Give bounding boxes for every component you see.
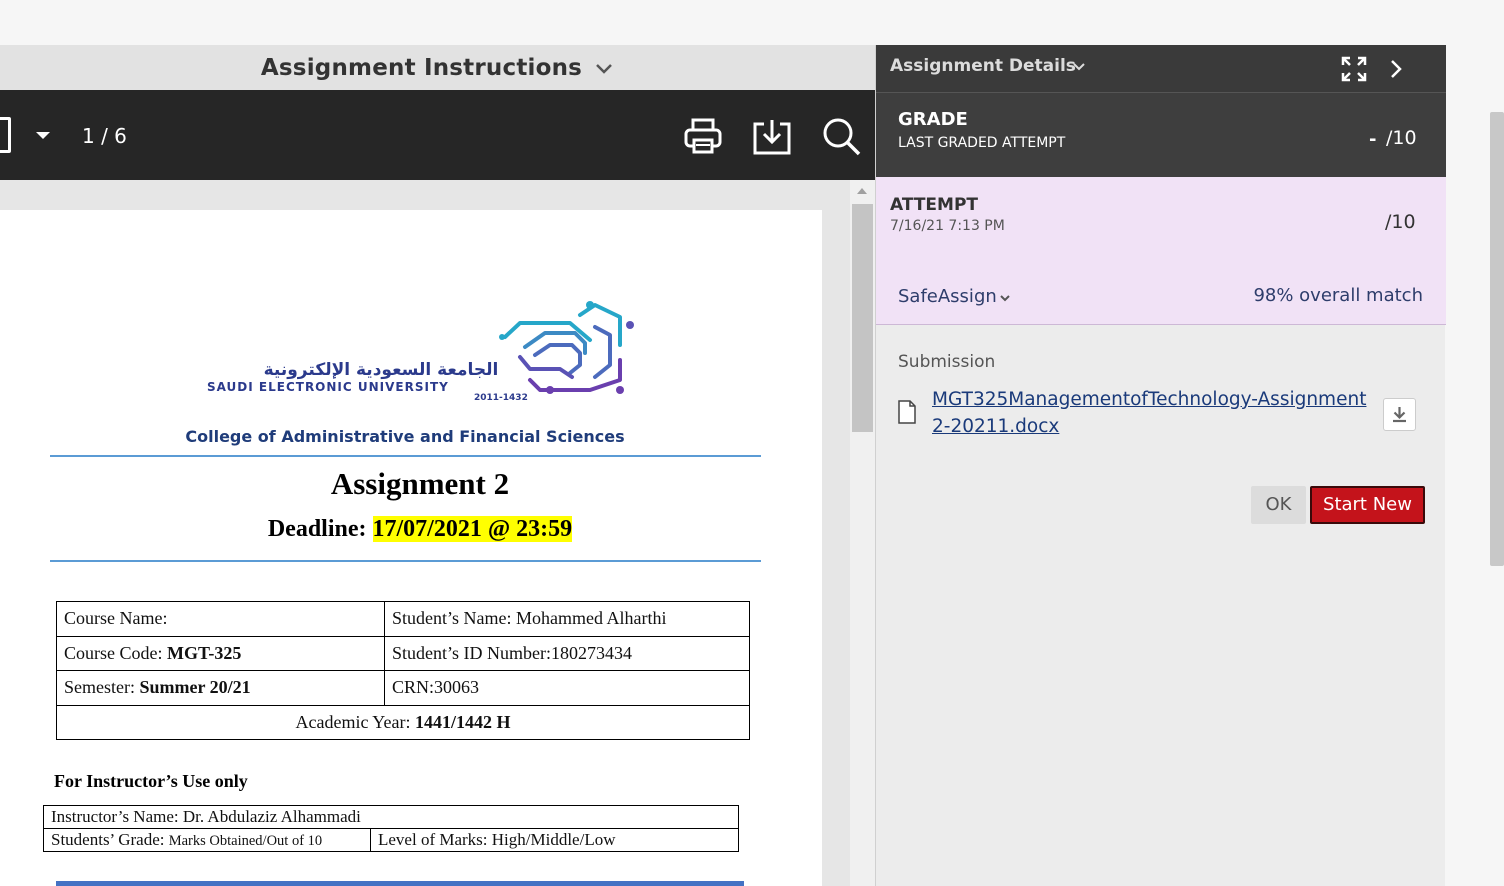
semester-label: Semester:	[64, 677, 140, 698]
grade-label: GRADE	[898, 109, 968, 130]
course-code-value: MGT-325	[167, 642, 242, 663]
page: Assignment Instructions 1 / 6 الجامعة ال…	[0, 0, 1504, 886]
instructor-table: Instructor’s Name: Dr. Abdulaziz Alhamma…	[43, 805, 739, 852]
file-icon	[898, 400, 916, 424]
instructor-section-heading: For Instructor’s Use only	[54, 771, 248, 791]
deadline-label: Deadline:	[267, 516, 373, 542]
crn-cell: CRN:30063	[384, 670, 750, 706]
student-name-cell: Student’s Name: Mohammed Alharthi	[384, 601, 750, 637]
scroll-up-arrow[interactable]	[857, 188, 867, 194]
assignment-title: Assignment 2	[330, 466, 510, 501]
document-scrollbar[interactable]	[850, 180, 875, 886]
academic-year-cell: Academic Year: 1441/1442 H	[56, 704, 750, 740]
chevron-down-icon[interactable]	[999, 292, 1011, 304]
start-new-button[interactable]: Start New	[1310, 486, 1425, 524]
chevron-down-icon[interactable]	[1072, 60, 1086, 74]
table-row: Course Code: MGT-325 Student’s ID Number…	[56, 635, 750, 671]
academic-year-value: 1441/1442 H	[414, 711, 511, 732]
university-years: 2011-1432	[474, 393, 528, 403]
table-row: Course Name: Student’s Name: Mohammed Al…	[56, 601, 750, 637]
grade-section: GRADE LAST GRADED ATTEMPT - /10	[876, 93, 1446, 177]
level-cell: Level of Marks: High/Middle/Low	[370, 828, 739, 852]
divider-top	[50, 455, 761, 457]
page-footer-bar	[56, 881, 744, 886]
attempt-label: ATTEMPT	[890, 195, 979, 215]
page-view-icon[interactable]	[0, 117, 11, 153]
download-file-button[interactable]	[1383, 398, 1416, 431]
instructions-title: Assignment Instructions	[260, 54, 583, 81]
student-info-table: Course Name: Student’s Name: Mohammed Al…	[56, 601, 750, 740]
attempt-out-of: /10	[1385, 211, 1416, 233]
academic-year-label: Academic Year:	[295, 711, 415, 732]
table-row: Instructor’s Name: Dr. Abdulaziz Alhamma…	[43, 805, 739, 829]
table-row: Semester: Summer 20/21 CRN:30063	[56, 670, 750, 706]
safeassign-match: 98% overall match	[1253, 285, 1423, 306]
scrollbar-thumb[interactable]	[852, 204, 873, 432]
semester-cell: Semester: Summer 20/21	[56, 670, 385, 706]
university-name-arabic: الجامعة السعودية الإلكترونية	[263, 360, 499, 380]
download-icon	[1393, 407, 1406, 423]
grade-score: -	[1369, 129, 1377, 150]
table-row: Students’ Grade: Marks Obtained/Out of 1…	[43, 828, 739, 852]
college-name: College of Administrative and Financial …	[0, 427, 822, 446]
print-icon[interactable]	[683, 116, 723, 156]
course-code-label: Course Code:	[64, 642, 167, 663]
view-dropdown-caret[interactable]	[36, 132, 50, 139]
submission-label: Submission	[898, 352, 996, 372]
chevron-down-icon[interactable]	[594, 58, 614, 78]
grade-label: Students’ Grade:	[51, 830, 169, 849]
download-icon[interactable]	[752, 116, 792, 156]
instructor-name-cell: Instructor’s Name: Dr. Abdulaziz Alhamma…	[43, 805, 739, 829]
course-name-cell: Course Name:	[56, 601, 385, 637]
deadline-value: 17/07/2021 @ 23:59	[372, 516, 573, 542]
student-id-cell: Student’s ID Number:180273434	[384, 635, 750, 671]
document-page: الجامعة السعودية الإلكترونية SAUDI ELECT…	[0, 210, 822, 886]
grade-value: Marks Obtained/Out of 10	[168, 833, 323, 849]
table-row: Academic Year: 1441/1442 H	[56, 704, 750, 740]
grade-cell: Students’ Grade: Marks Obtained/Out of 1…	[43, 828, 371, 852]
instructions-header[interactable]: Assignment Instructions	[0, 45, 875, 90]
ok-button[interactable]: OK	[1251, 486, 1306, 524]
divider-bottom	[50, 560, 761, 562]
college-name-text: College of Administrative and Financial …	[185, 427, 625, 446]
course-code-cell: Course Code: MGT-325	[56, 635, 385, 671]
chevron-right-icon[interactable]	[1388, 58, 1404, 80]
details-title[interactable]: Assignment Details	[890, 56, 1076, 76]
expand-icon[interactable]	[1341, 56, 1367, 82]
submission-file-link[interactable]: MGT325ManagementofTechnology-Assignment …	[932, 386, 1377, 440]
attempt-timestamp: 7/16/21 7:13 PM	[890, 218, 1005, 234]
attempt-section[interactable]: ATTEMPT 7/16/21 7:13 PM /10 SafeAssign 9…	[876, 177, 1446, 325]
grade-out-of: /10	[1386, 127, 1417, 149]
deadline: Deadline: 17/07/2021 @ 23:59	[0, 516, 840, 543]
university-name-english: SAUDI ELECTRONIC UNIVERSITY	[207, 380, 449, 394]
assignment-details-panel: Assignment Details GRADE LAST GRADED ATT…	[875, 45, 1446, 886]
viewer-toolbar: 1 / 6	[0, 90, 875, 180]
safeassign-toggle[interactable]: SafeAssign	[898, 286, 997, 307]
page-indicator: 1 / 6	[82, 124, 127, 148]
details-header: Assignment Details	[876, 45, 1446, 93]
semester-value: Summer 20/21	[139, 677, 251, 698]
search-icon[interactable]	[821, 116, 861, 156]
grade-sublabel: LAST GRADED ATTEMPT	[898, 135, 1066, 151]
page-scrollbar-thumb[interactable]	[1490, 112, 1504, 566]
